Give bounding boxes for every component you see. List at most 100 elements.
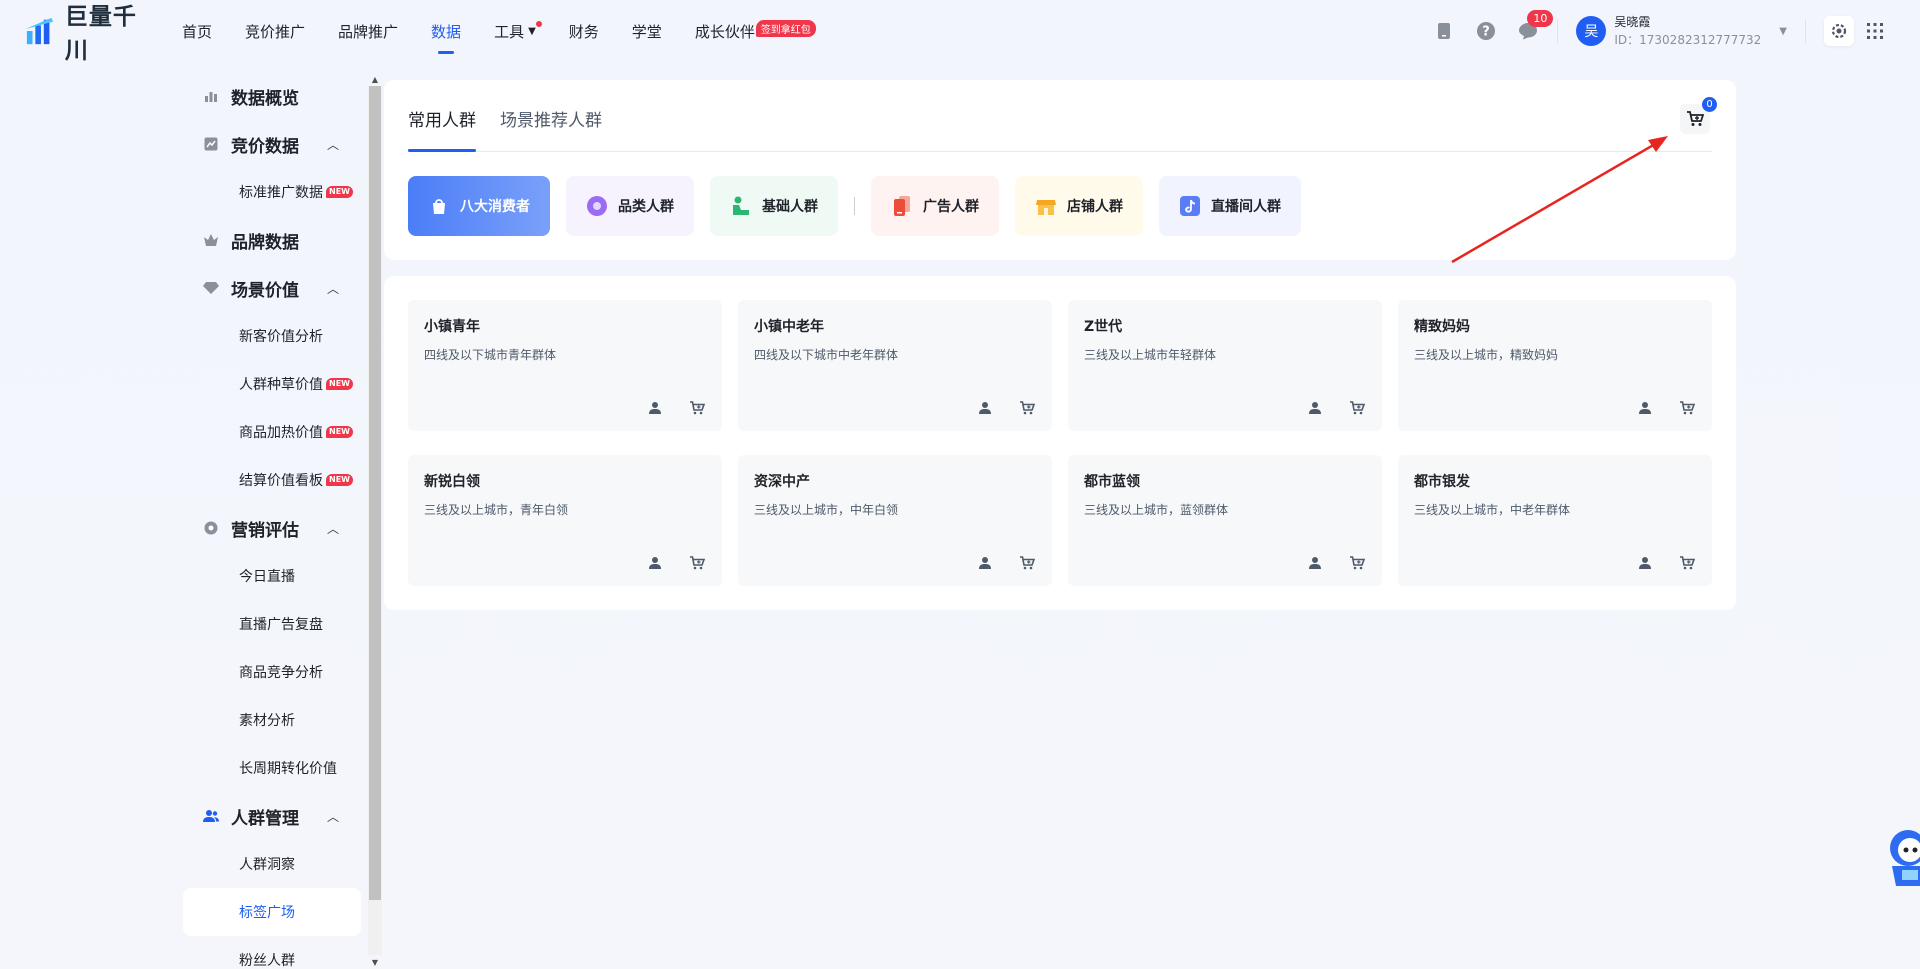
nav-finance[interactable]: 财务 [569,0,599,62]
phone-icon[interactable] [1433,20,1455,42]
audience-profile-icon[interactable] [1636,554,1654,572]
audience-profile-icon[interactable] [1306,399,1324,417]
chip-category-audience[interactable]: 品类人群 [566,176,694,236]
chip-label: 基础人群 [762,199,818,215]
add-to-cart-icon[interactable] [688,554,706,572]
divider [1805,19,1806,43]
nav-label: 成长伙伴 [694,22,755,41]
add-to-cart-icon[interactable] [1018,554,1036,572]
divider [1557,19,1559,43]
svg-text:?: ? [1483,25,1491,40]
chip-divider [854,197,855,215]
tab-scene-recommend[interactable]: 场景推荐人群 [500,79,602,151]
sidebar-group-marketing-eval[interactable]: 营销评估 ︿ [183,504,361,552]
audience-profile-icon[interactable] [646,399,664,417]
sidebar-scrollbar[interactable]: ▲ ▼ [368,72,382,969]
sidebar-item-audience-insight[interactable]: 人群洞察 [183,840,361,888]
person-seat-icon [730,195,752,217]
scroll-down-arrow-icon[interactable]: ▼ [368,955,382,969]
add-to-cart-icon[interactable] [688,399,706,417]
sidebar-item-fans-audience[interactable]: 粉丝人群 [183,936,361,969]
sidebar-item-standard-promo-data[interactable]: 标准推广数据 NEW [183,168,361,216]
chip-store-audience[interactable]: 店铺人群 [1015,176,1143,236]
audience-card[interactable]: 都市银发 三线及以上城市，中老年群体 [1398,455,1712,586]
audience-card[interactable]: 小镇青年 四线及以下城市青年群体 [408,300,722,431]
sidebar-item-label: 结算价值看板 [239,473,323,489]
sidebar-group-scene-value[interactable]: 场景价值 ︿ [183,264,361,312]
card-description: 三线及以上城市，青年白领 [424,503,569,517]
add-to-cart-icon[interactable] [1678,554,1696,572]
audience-profile-icon[interactable] [976,554,994,572]
sidebar-item-label: 标签广场 [239,905,295,921]
sidebar-item-live-ad-review[interactable]: 直播广告复盘 [183,600,361,648]
chip-basic-audience[interactable]: 基础人群 [710,176,838,236]
sidebar-group-audience-mgmt[interactable]: 人群管理 ︿ [183,792,361,840]
audience-profile-icon[interactable] [646,554,664,572]
sidebar-item-product-boost-value[interactable]: 商品加热价值 NEW [183,408,361,456]
message-icon[interactable]: 10 [1517,10,1554,42]
tab-common-audience[interactable]: 常用人群 [408,79,476,152]
sidebar-item-label: 人群种草价值 [239,377,323,393]
sidebar-item-material-analysis[interactable]: 素材分析 [183,696,361,744]
sidebar-item-long-cycle-value[interactable]: 长周期转化价值 [183,744,361,792]
scroll-up-arrow-icon[interactable]: ▲ [368,72,382,86]
brand-logo[interactable]: 巨量千川 [25,0,155,65]
card-actions [952,399,1036,417]
audience-card[interactable]: 精致妈妈 三线及以上城市，精致妈妈 [1398,300,1712,431]
audience-cart-button[interactable]: 0 [1680,97,1717,134]
settings-icon[interactable] [1824,16,1854,46]
audience-profile-icon[interactable] [1636,399,1654,417]
audience-card[interactable]: 都市蓝领 三线及以上城市，蓝领群体 [1068,455,1382,586]
user-menu[interactable]: 吴 吴晓霞 ID：1730282312777732 ▼ [1576,13,1787,49]
nav-bidding[interactable]: 竞价推广 [245,0,305,62]
add-to-cart-icon[interactable] [1348,399,1366,417]
apps-grid-icon[interactable] [1864,20,1886,42]
user-id: ID：1730282312777732 [1614,33,1762,47]
audience-card[interactable]: 小镇中老年 四线及以下城市中老年群体 [738,300,1052,431]
ad-phone-icon [891,195,913,217]
nav-home[interactable]: 首页 [182,0,212,62]
audience-profile-icon[interactable] [1306,554,1324,572]
logo-text: 巨量千川 [64,4,137,64]
nav-label: 财务 [568,22,599,41]
category-circle-icon [586,195,608,217]
nav-data[interactable]: 数据 [431,0,461,62]
nav-academy[interactable]: 学堂 [632,0,662,62]
sidebar-group-overview[interactable]: 数据概览 [183,72,361,120]
chip-ad-audience[interactable]: 广告人群 [871,176,999,236]
sidebar-item-new-customer-value[interactable]: 新客价值分析 [183,312,361,360]
audience-card[interactable]: Z世代 三线及以上城市年轻群体 [1068,300,1382,431]
sidebar-group-label: 人群管理 [231,808,299,829]
sidebar-item-product-competition[interactable]: 商品竞争分析 [183,648,361,696]
nav-tools[interactable]: 工具 ▼ [494,0,542,62]
sidebar-item-today-live[interactable]: 今日直播 [183,552,361,600]
sidebar-group-label: 数据概览 [231,88,299,109]
card-title: 资深中产 [754,474,810,490]
assistant-mascot-icon[interactable] [1884,826,1920,890]
caret-down-icon: ▼ [528,25,536,37]
chip-label: 品类人群 [618,199,674,215]
sidebar-group-label: 品牌数据 [231,232,299,253]
sidebar-item-label: 今日直播 [239,569,295,585]
add-to-cart-icon[interactable] [1348,554,1366,572]
audience-card[interactable]: 资深中产 三线及以上城市，中年白领 [738,455,1052,586]
card-description: 四线及以下城市中老年群体 [754,348,899,362]
nav-growth-partner[interactable]: 成长伙伴 签到拿红包 [694,0,816,62]
audience-card[interactable]: 新锐白领 三线及以上城市，青年白领 [408,455,722,586]
sidebar-item-settlement-value-board[interactable]: 结算价值看板 NEW [183,456,361,504]
add-to-cart-icon[interactable] [1018,399,1036,417]
sidebar-group-brand-data[interactable]: 品牌数据 [183,216,361,264]
sidebar-item-audience-seeding-value[interactable]: 人群种草价值 NEW [183,360,361,408]
sidebar-item-tag-plaza[interactable]: 标签广场 [183,888,361,936]
nav-brand[interactable]: 品牌推广 [338,0,398,62]
chip-label: 广告人群 [923,199,979,215]
sidebar-group-bidding-data[interactable]: 竞价数据 ︿ [183,120,361,168]
chip-live-room-audience[interactable]: 直播间人群 [1159,176,1301,236]
audience-profile-icon[interactable] [976,399,994,417]
chevron-up-icon: ︿ [327,809,340,824]
add-to-cart-icon[interactable] [1678,399,1696,417]
top-navbar: 巨量千川 首页 竞价推广 品牌推广 数据 工具 ▼ 财务 学堂 成长伙伴 签到拿… [0,0,1920,65]
scroll-thumb[interactable] [369,86,381,900]
chip-eight-consumers[interactable]: 八大消费者 [408,176,550,236]
help-icon[interactable]: ? [1475,20,1497,42]
